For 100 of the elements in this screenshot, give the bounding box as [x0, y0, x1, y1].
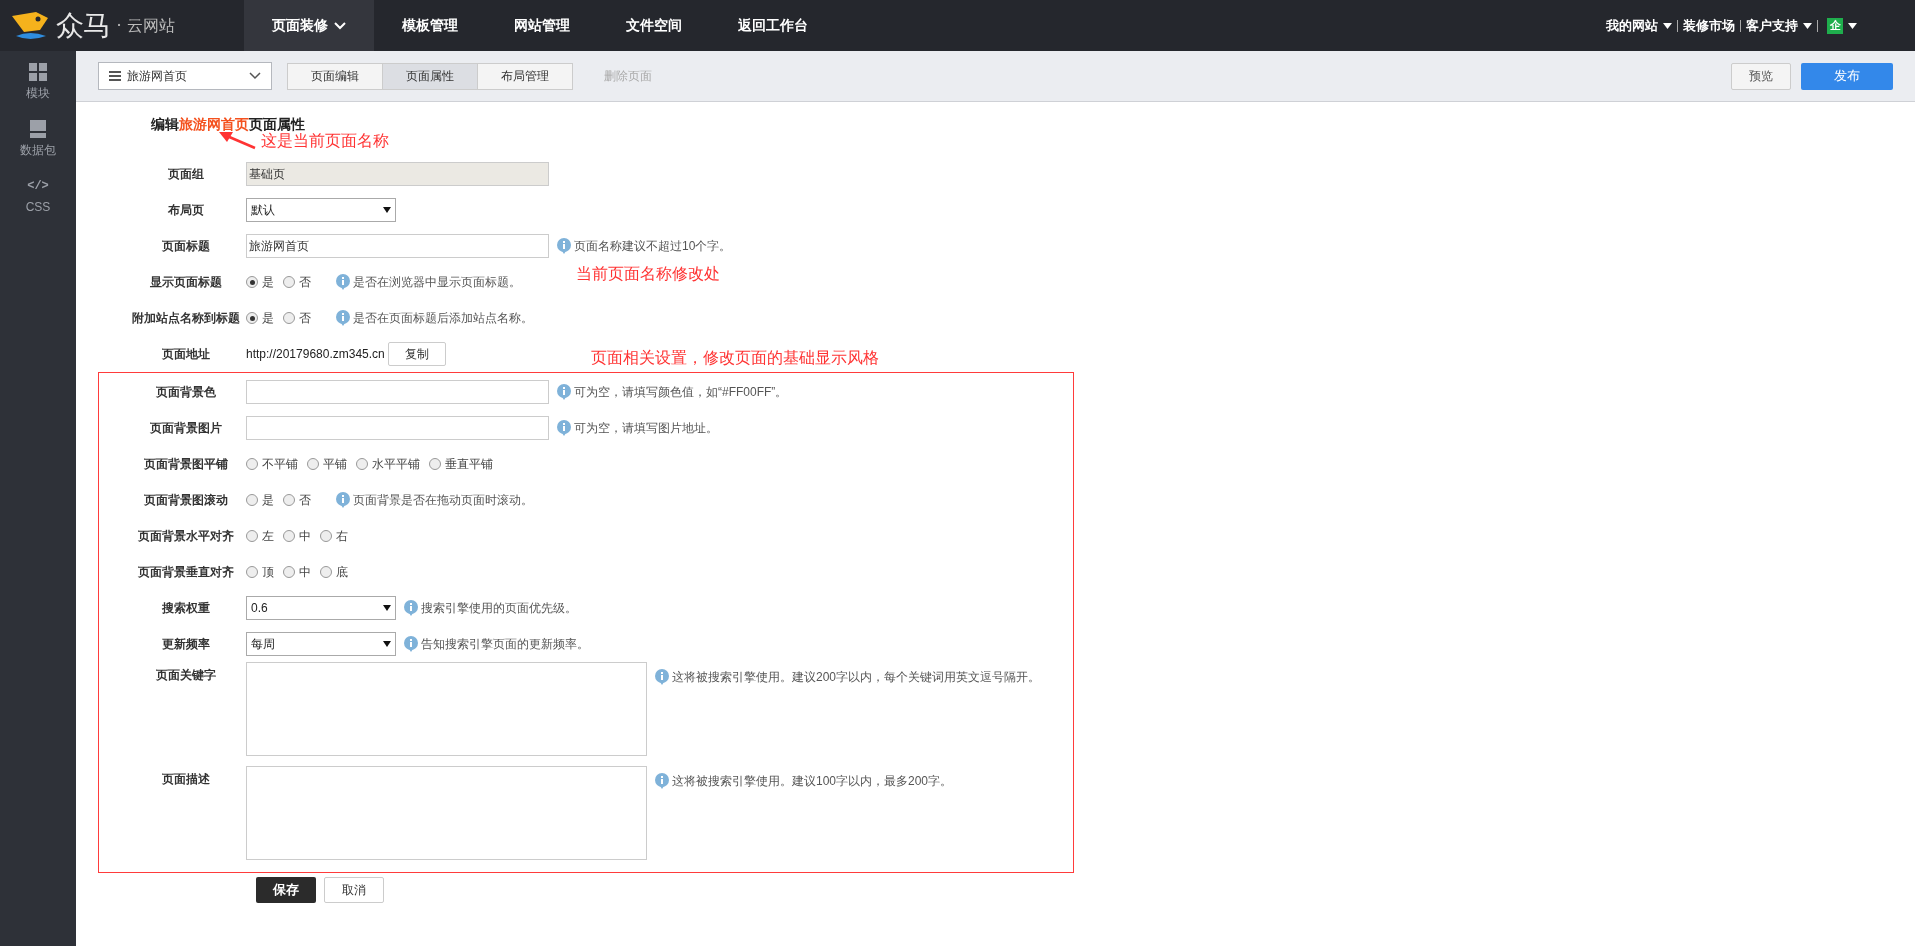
hint-text: 页面名称建议不超过10个字。 [574, 238, 732, 255]
field-label: 页面背景垂直对齐 [137, 564, 235, 581]
preview-button[interactable]: 预览 [1731, 62, 1791, 90]
nav-tab[interactable]: 文件空间 [598, 0, 710, 51]
radio-button[interactable] [246, 566, 258, 578]
annotation-text: 页面相关设置，修改页面的基础显示风格 [591, 348, 879, 368]
hint-text: 页面背景是否在拖动页面时滚动。 [353, 492, 533, 509]
radio-option[interactable]: 中 [283, 527, 311, 545]
info-icon [404, 636, 418, 652]
radio-button[interactable] [283, 494, 295, 506]
top-link[interactable]: 客户支持 [1746, 15, 1812, 36]
radio-button[interactable] [246, 458, 258, 470]
info-icon [336, 310, 350, 326]
radio-option[interactable]: 顶 [246, 563, 274, 581]
radio-option[interactable]: 否 [283, 491, 311, 509]
sidebar-item[interactable]: 模块 [0, 59, 76, 106]
radio-option[interactable]: 否 [283, 309, 311, 327]
field-label: 页面背景色 [155, 384, 217, 401]
radio-button[interactable] [307, 458, 319, 470]
radio-option[interactable]: 平铺 [307, 455, 347, 473]
save-button[interactable]: 保存 [256, 877, 316, 903]
radio-option[interactable]: 水平平铺 [356, 455, 420, 473]
nav-tab[interactable]: 返回工作台 [710, 0, 836, 51]
field-label: 附加站点名称到标题 [131, 310, 241, 327]
page-select[interactable]: 旅游网首页 [98, 62, 272, 90]
field-label: 页面关键字 [155, 667, 217, 684]
field-label: 搜索权重 [161, 600, 211, 617]
hint-text: 这将被搜索引擎使用。建议100字以内，最多200字。 [672, 773, 953, 790]
text-area[interactable] [246, 662, 647, 756]
info-icon [557, 420, 571, 436]
cancel-button[interactable]: 取消 [324, 877, 384, 903]
radio-option[interactable]: 是 [246, 309, 274, 327]
drawer-icon [30, 120, 46, 138]
select-field[interactable]: 默认 [246, 198, 396, 222]
field-label: 布局页 [167, 202, 205, 219]
input-field[interactable]: 旅游网首页 [246, 234, 549, 258]
hint-text: 是否在浏览器中显示页面标题。 [353, 274, 521, 291]
select-field[interactable]: 0.6 [246, 596, 396, 620]
logo-text: 众马 [56, 7, 111, 44]
radio-button[interactable] [356, 458, 368, 470]
page-tab[interactable]: 页面属性 [382, 62, 478, 90]
nav-tab[interactable]: 网站管理 [486, 0, 598, 51]
publish-button[interactable]: 发布 [1801, 62, 1893, 90]
annotation-text: 当前页面名称修改处 [576, 264, 720, 284]
radio-option[interactable]: 是 [246, 491, 274, 509]
hint-text: 这将被搜索引擎使用。建议200字以内，每个关键词用英文逗号隔开。 [672, 669, 1041, 686]
radio-option[interactable]: 中 [283, 563, 311, 581]
radio-button[interactable] [283, 530, 295, 542]
page-tab[interactable]: 页面编辑 [287, 62, 383, 90]
radio-option[interactable]: 右 [320, 527, 348, 545]
sidebar-item[interactable]: 数据包 [0, 116, 76, 163]
input-field[interactable] [246, 416, 549, 440]
field-label: 页面地址 [161, 346, 211, 363]
radio-option[interactable]: 是 [246, 273, 274, 291]
radio-button[interactable] [283, 566, 295, 578]
info-icon [336, 274, 350, 290]
radio-option[interactable]: 不平铺 [246, 455, 298, 473]
field-label: 页面背景图片 [149, 420, 223, 437]
radio-button[interactable] [246, 494, 258, 506]
radio-option[interactable]: 否 [283, 273, 311, 291]
top-link[interactable]: 装修市场 [1683, 15, 1735, 36]
field-label: 页面背景图平铺 [143, 456, 229, 473]
radio-button[interactable] [283, 276, 295, 288]
sidebar-item[interactable]: </> CSS [0, 173, 76, 220]
copy-button[interactable]: 复制 [387, 342, 446, 366]
field-label: 显示页面标题 [149, 274, 223, 291]
enterprise-badge: 企 [1827, 17, 1843, 34]
readonly-field: 基础页 [246, 162, 549, 186]
hint-text: 可为空，请填写颜色值，如“#FF00FF”。 [574, 384, 788, 401]
field-label: 页面描述 [161, 771, 211, 788]
radio-button[interactable] [320, 530, 332, 542]
grid-icon [29, 63, 47, 81]
radio-button[interactable] [283, 312, 295, 324]
radio-button[interactable] [246, 276, 258, 288]
top-link[interactable]: 我的网站 [1606, 15, 1672, 36]
nav-tab[interactable]: 模板管理 [374, 0, 486, 51]
field-label: 页面背景图滚动 [143, 492, 229, 509]
caret-icon [383, 641, 391, 647]
page-tab[interactable]: 布局管理 [477, 62, 573, 90]
info-icon [557, 238, 571, 254]
hint-text: 告知搜索引擎页面的更新频率。 [421, 636, 589, 653]
hint-text: 搜索引擎使用的页面优先级。 [421, 600, 577, 617]
input-field[interactable] [246, 380, 549, 404]
info-icon [655, 773, 669, 789]
radio-button[interactable] [246, 312, 258, 324]
caret-icon [383, 207, 391, 213]
text-area[interactable] [246, 766, 647, 860]
radio-button[interactable] [429, 458, 441, 470]
radio-option[interactable]: 底 [320, 563, 348, 581]
select-field[interactable]: 每周 [246, 632, 396, 656]
url-text: http://20179680.zm345.cn [246, 346, 385, 363]
radio-button[interactable] [320, 566, 332, 578]
chevron-icon [249, 72, 261, 80]
radio-option[interactable]: 垂直平铺 [429, 455, 493, 473]
info-icon [336, 492, 350, 508]
radio-button[interactable] [246, 530, 258, 542]
nav-tab[interactable]: 页面装修 [244, 0, 374, 51]
hint-text: 可为空，请填写图片地址。 [574, 420, 718, 437]
hint-text: 是否在页面标题后添加站点名称。 [353, 310, 533, 327]
radio-option[interactable]: 左 [246, 527, 274, 545]
